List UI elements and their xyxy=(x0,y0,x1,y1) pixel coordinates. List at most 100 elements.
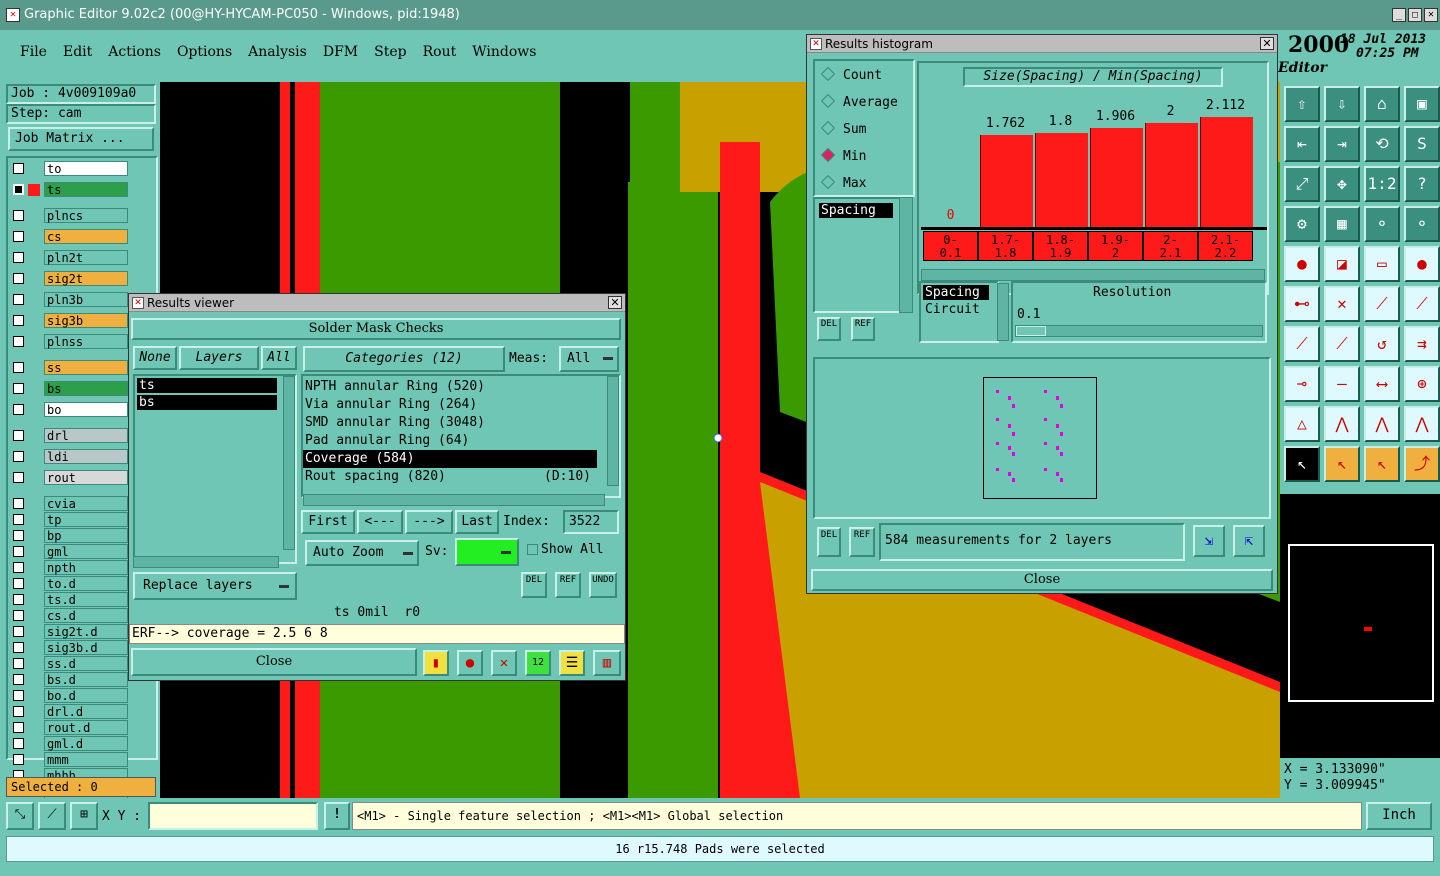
snap-left-icon[interactable]: ⇤ xyxy=(1284,126,1320,162)
pointer-b-icon[interactable]: ↖ xyxy=(1324,446,1360,482)
layer-row-ts.d[interactable]: ts.d xyxy=(10,592,128,607)
polygon-icon[interactable]: ◪ xyxy=(1324,246,1360,282)
probe-a-icon[interactable]: ⚬ xyxy=(1364,206,1400,242)
frame-icon[interactable]: ▣ xyxy=(1404,86,1440,122)
layer-row-to[interactable]: to xyxy=(10,161,128,176)
layer-checkbox[interactable] xyxy=(13,404,24,415)
type-list[interactable]: Spacing Circuit xyxy=(919,281,999,343)
peak-b-icon[interactable]: ⋀ xyxy=(1364,406,1400,442)
help-icon[interactable]: ? xyxy=(1404,166,1440,202)
preview-image[interactable] xyxy=(983,377,1097,499)
categories-button[interactable]: Categories (12) xyxy=(303,346,505,372)
summary-ref-button[interactable]: REF xyxy=(849,527,875,557)
mode-min[interactable]: Min xyxy=(820,147,866,166)
layer-down-icon[interactable]: ⇩ xyxy=(1324,86,1360,122)
sv-color-select[interactable] xyxy=(455,538,519,566)
ref-cross-icon[interactable]: ✕ xyxy=(491,650,517,676)
maximize-button[interactable]: □ xyxy=(1408,8,1422,22)
none-button[interactable]: None xyxy=(133,346,177,370)
category-item[interactable]: SMD annular Ring (3048) xyxy=(303,414,597,432)
step-arrow-icon[interactable]: ⤴ xyxy=(1404,446,1440,482)
viewer-undo-button[interactable]: UNDO xyxy=(589,572,617,598)
layers-button[interactable]: Layers xyxy=(179,346,259,370)
info-icon[interactable]: ! xyxy=(324,802,350,830)
histogram-bar[interactable] xyxy=(1200,116,1253,227)
layer-checkbox[interactable] xyxy=(13,383,24,394)
snap-right-icon[interactable]: ⇥ xyxy=(1324,126,1360,162)
mode-average[interactable]: Average xyxy=(820,93,898,112)
connect-icon[interactable]: ⊷ xyxy=(1284,286,1320,322)
grid-tool-icon[interactable]: ⊞ xyxy=(70,802,98,830)
settings-icon[interactable]: ⚙ xyxy=(1284,206,1320,242)
histogram-ref-button[interactable]: REF xyxy=(851,317,875,341)
layer-checkbox[interactable] xyxy=(13,273,24,284)
grid-icon[interactable]: ▦ xyxy=(1324,206,1360,242)
layer-checkbox[interactable] xyxy=(13,754,24,765)
histogram-bar[interactable] xyxy=(1035,133,1088,227)
layer-checkbox[interactable] xyxy=(13,210,24,221)
line-a-icon[interactable]: ⟋ xyxy=(1364,286,1400,322)
layer-checkbox[interactable] xyxy=(13,315,24,326)
category-item[interactable]: Rout spacing (820) (D:10) xyxy=(303,468,597,486)
layer-checkbox[interactable] xyxy=(13,626,24,637)
layer-checkbox[interactable] xyxy=(13,722,24,733)
app-icon[interactable]: ✕ xyxy=(6,8,20,22)
units-button[interactable]: Inch xyxy=(1366,802,1432,830)
scale-icon[interactable]: 1:2 xyxy=(1364,166,1400,202)
layer-row-ldi[interactable]: ldi xyxy=(10,449,128,464)
category-item[interactable]: Via annular Ring (264) xyxy=(303,396,597,414)
layer-checkbox[interactable] xyxy=(13,546,24,557)
close-window-button[interactable]: ✕ xyxy=(1424,8,1438,22)
flip-icon[interactable]: ⇉ xyxy=(1404,326,1440,362)
layer-checkbox[interactable] xyxy=(13,642,24,653)
layer-checkbox[interactable] xyxy=(13,738,24,749)
layer-checkbox[interactable] xyxy=(13,674,24,685)
pointer-c-icon[interactable]: ↖ xyxy=(1364,446,1400,482)
measure-tool-icon[interactable]: ⟋ xyxy=(38,802,66,830)
marker-icon[interactable]: ⊸ xyxy=(1284,366,1320,402)
type-item-spacing[interactable]: Spacing xyxy=(923,285,989,300)
overview-panel[interactable] xyxy=(1280,494,1440,758)
layer-row-gml[interactable]: gml xyxy=(10,544,128,559)
layer-row-drl.d[interactable]: drl.d xyxy=(10,704,128,719)
index-input[interactable]: 3522 xyxy=(563,510,619,534)
layer-row-mmm[interactable]: mmm xyxy=(10,752,128,767)
xy-input[interactable] xyxy=(148,802,318,830)
first-button[interactable]: First xyxy=(301,510,355,534)
layer-up-icon[interactable]: ⇧ xyxy=(1284,86,1320,122)
layer-row-plncs[interactable]: plncs xyxy=(10,208,128,223)
menu-options[interactable]: Options xyxy=(177,44,232,60)
cross-icon[interactable]: ✕ xyxy=(1324,286,1360,322)
summary-del-button[interactable]: DEL xyxy=(817,527,841,557)
viewer-close-x-button[interactable]: ✕ xyxy=(608,296,622,309)
peak-a-icon[interactable]: ⋀ xyxy=(1324,406,1360,442)
show-all-checkbox[interactable] xyxy=(527,544,538,555)
export-button-2[interactable]: ⇱ xyxy=(1233,525,1265,557)
layer-checkbox[interactable] xyxy=(13,294,24,305)
layer-checkbox[interactable] xyxy=(13,430,24,441)
layer-row-rout[interactable]: rout xyxy=(10,470,128,485)
layer-row-bp[interactable]: bp xyxy=(10,528,128,543)
bar-chart-icon[interactable]: ▮ xyxy=(423,650,449,676)
notes-icon[interactable]: ☰ xyxy=(559,650,585,676)
menu-step[interactable]: Step xyxy=(374,44,406,60)
histogram-list-scrollbar[interactable] xyxy=(899,197,913,313)
menu-actions[interactable]: Actions xyxy=(108,44,161,60)
layer-row-pln2t[interactable]: pln2t xyxy=(10,250,128,265)
type-list-scrollbar[interactable] xyxy=(997,283,1009,341)
layer-checkbox[interactable] xyxy=(13,451,24,462)
next-button[interactable]: ---> xyxy=(405,510,453,534)
mode-max[interactable]: Max xyxy=(820,174,866,193)
layer-row-drl[interactable]: drl xyxy=(10,428,128,443)
select-tool-icon[interactable]: ⤡ xyxy=(6,802,34,830)
layer-row-bs[interactable]: bs xyxy=(10,381,128,396)
layer-checkbox[interactable] xyxy=(13,184,24,195)
menu-analysis[interactable]: Analysis xyxy=(248,44,307,60)
viewer-layer-item[interactable]: ts xyxy=(137,378,277,393)
category-item[interactable]: NPTH annular Ring (520) xyxy=(303,378,597,396)
type-item-circuit[interactable]: Circuit xyxy=(925,302,997,317)
layer-row-plnss[interactable]: plnss xyxy=(10,334,128,349)
job-matrix-button[interactable]: Job Matrix ... xyxy=(8,127,154,151)
histogram-close-button[interactable]: Close xyxy=(811,569,1273,591)
layer-row-to.d[interactable]: to.d xyxy=(10,576,128,591)
